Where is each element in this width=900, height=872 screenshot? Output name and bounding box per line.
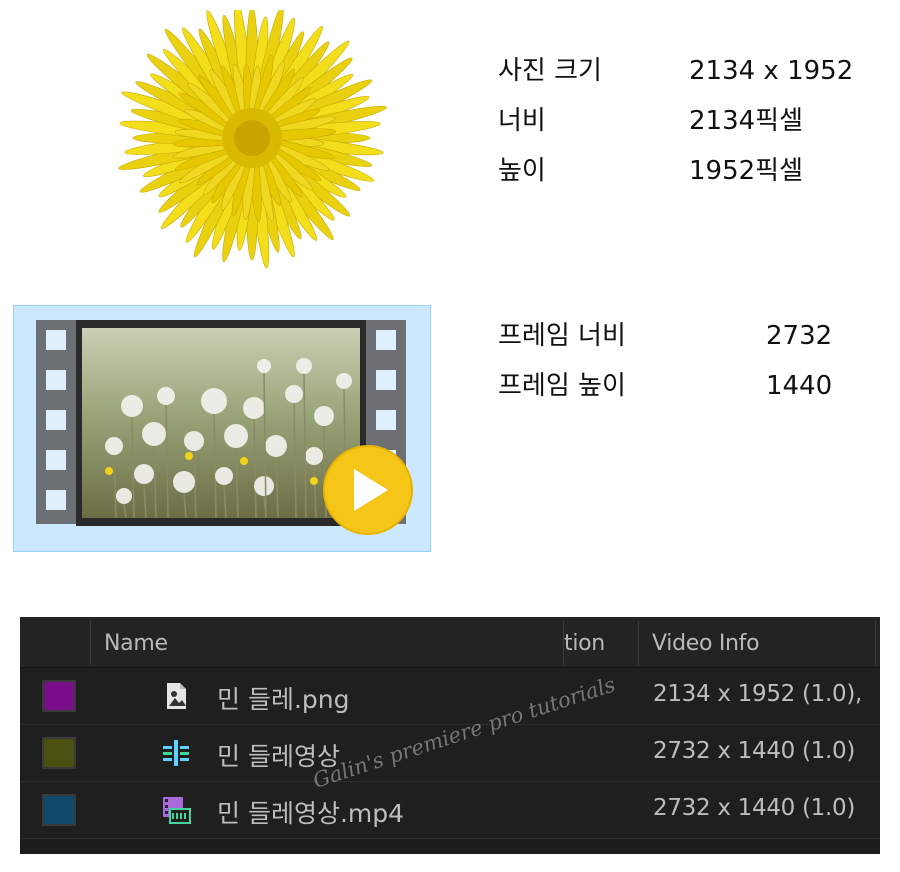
column-separator[interactable]	[638, 621, 639, 665]
photo-width-value: 2134픽셀	[689, 106, 804, 136]
label-color-swatch[interactable]	[42, 794, 76, 826]
photo-size-label: 사진 크기	[498, 56, 602, 86]
column-separator[interactable]	[90, 621, 91, 665]
dandelion-image	[118, 10, 387, 269]
column-header-name[interactable]: Name	[104, 631, 168, 656]
item-name: 민 들레영상	[217, 742, 340, 771]
column-separator[interactable]	[875, 621, 876, 665]
item-video-info: 2732 x 1440 (1.0)	[653, 738, 856, 764]
label-color-swatch[interactable]	[42, 737, 76, 769]
item-video-info: 2134 x 1952 (1.0),	[653, 681, 863, 707]
frame-height-value: 1440	[766, 371, 833, 401]
photo-width-label: 너비	[498, 106, 546, 136]
photo-info: 사진 크기 2134 x 1952 너비 2134픽셀 높이 1952픽셀	[498, 46, 888, 196]
film-strip-icon	[36, 320, 413, 535]
column-header-video-info[interactable]: Video Info	[652, 631, 760, 656]
frame-height-label: 프레임 높이	[498, 371, 626, 401]
image-file-icon	[167, 683, 186, 709]
item-video-info: 2732 x 1440 (1.0)	[653, 795, 856, 821]
frame-info: 프레임 너비 2732 프레임 높이 1440	[498, 311, 888, 411]
project-item-row[interactable]: 민 들레영상.mp4 2732 x 1440 (1.0)	[20, 782, 880, 839]
photo-height-row: 높이 1952픽셀	[498, 146, 888, 196]
project-item-row[interactable]: 민 들레.png 2134 x 1952 (1.0),	[20, 668, 880, 725]
sequence-icon	[163, 740, 189, 766]
item-name: 민 들레영상.mp4	[217, 799, 405, 828]
frame-width-row: 프레임 너비 2732	[498, 311, 888, 361]
video-thumbnail[interactable]	[13, 305, 431, 552]
video-file-icon	[163, 797, 191, 824]
photo-width-row: 너비 2134픽셀	[498, 96, 888, 146]
photo-height-value: 1952픽셀	[689, 156, 804, 186]
item-name: 민 들레.png	[217, 685, 350, 714]
frame-width-label: 프레임 너비	[498, 321, 626, 351]
frame-width-value: 2732	[766, 321, 833, 351]
photo-size-row: 사진 크기 2134 x 1952	[498, 46, 888, 96]
project-item-row[interactable]: 민 들레영상 2732 x 1440 (1.0)	[20, 725, 880, 782]
label-color-swatch[interactable]	[42, 680, 76, 712]
column-header-bar: Name tion Video Info	[20, 617, 880, 668]
photo-height-label: 높이	[498, 156, 546, 186]
project-panel: Name tion Video Info 민 들레.png 2134 x 195…	[20, 617, 880, 854]
photo-size-value: 2134 x 1952	[689, 56, 854, 86]
column-header-duration[interactable]: tion	[564, 631, 605, 656]
frame-height-row: 프레임 높이 1440	[498, 361, 888, 411]
